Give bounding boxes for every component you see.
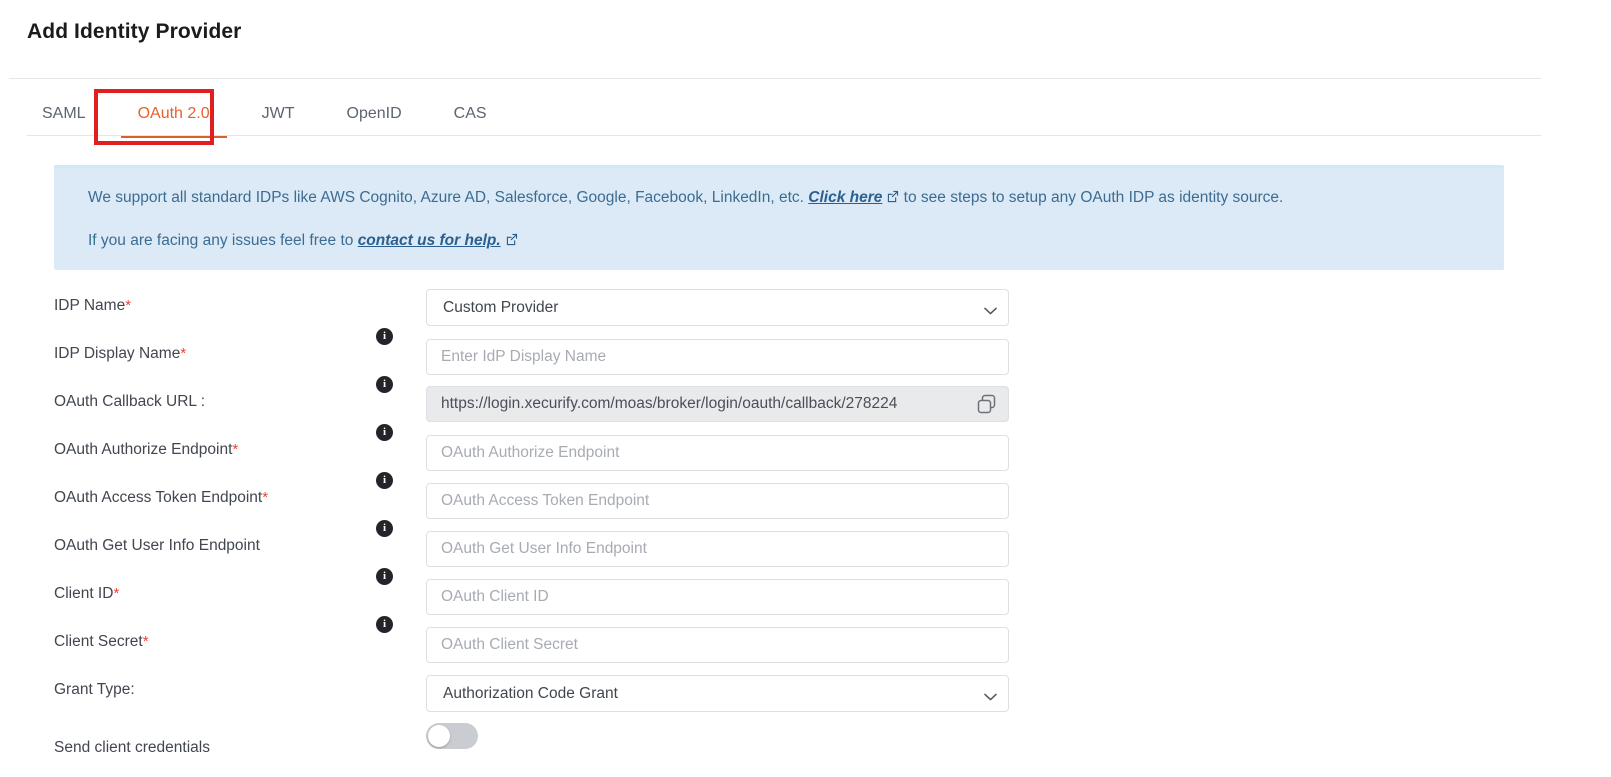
input-wrapper <box>426 339 1009 375</box>
tab-cas[interactable]: CAS <box>428 92 513 136</box>
field-label: OAuth Authorize Endpoint* <box>54 441 238 459</box>
required-marker: * <box>113 585 119 602</box>
form-row: Client Secret* i <box>0 619 1611 667</box>
field-label: Client Secret* <box>54 633 149 651</box>
info-icon[interactable]: i <box>376 472 393 489</box>
info-icon[interactable]: i <box>376 328 393 345</box>
banner-line1-text-after: to see steps to setup any OAuth IDP as i… <box>899 189 1283 206</box>
toggle-knob <box>428 725 450 747</box>
input-wrapper <box>426 435 1009 471</box>
text-input[interactable] <box>426 483 1009 519</box>
field-label: OAuth Get User Info Endpoint <box>54 537 260 555</box>
grant-type-select[interactable]: Authorization Code Grant <box>426 675 1009 712</box>
info-banner: We support all standard IDPs like AWS Co… <box>54 165 1504 270</box>
oauth-callback-url-input[interactable] <box>426 386 1009 422</box>
required-marker: * <box>180 345 186 362</box>
external-link-icon <box>886 190 899 203</box>
field-label-text: IDP Name <box>54 297 125 314</box>
text-input[interactable] <box>426 531 1009 567</box>
click-here-link[interactable]: Click here <box>808 189 882 206</box>
field-label-text: Send client credentials <box>54 739 210 756</box>
form-row: IDP Name* Custom Provider <box>0 283 1611 331</box>
field-label-text: Client Secret <box>54 633 143 650</box>
field-control <box>426 483 1009 519</box>
field-control <box>426 627 1009 663</box>
info-icon[interactable]: i <box>376 568 393 585</box>
info-icon[interactable]: i <box>376 520 393 537</box>
form-row: Client ID* i <box>0 571 1611 619</box>
tabs-divider <box>27 135 1541 136</box>
field-label: IDP Display Name* <box>54 345 186 363</box>
external-link-icon <box>505 233 518 246</box>
field-label-text: OAuth Callback URL : <box>54 393 205 410</box>
field-label-text: OAuth Authorize Endpoint <box>54 441 232 458</box>
field-label: Client ID* <box>54 585 119 603</box>
required-marker: * <box>262 489 268 506</box>
text-input[interactable] <box>426 435 1009 471</box>
tab-openid[interactable]: OpenID <box>321 92 428 136</box>
field-control: Custom Provider <box>426 289 1009 326</box>
required-marker: * <box>143 633 149 650</box>
banner-line-1: We support all standard IDPs like AWS Co… <box>88 189 1283 207</box>
field-control <box>426 723 1009 749</box>
form-row: IDP Display Name* i <box>0 331 1611 379</box>
add-identity-provider-page: Add Identity Provider SAMLOAuth 2.0JWTOp… <box>0 0 1611 777</box>
input-wrapper <box>426 627 1009 663</box>
field-control <box>426 339 1009 375</box>
form-row: OAuth Access Token Endpoint* i <box>0 475 1611 523</box>
text-input[interactable] <box>426 579 1009 615</box>
field-control <box>426 531 1009 567</box>
contact-us-link[interactable]: contact us for help. <box>358 232 501 249</box>
header-divider <box>9 78 1541 79</box>
banner-line-2: If you are facing any issues feel free t… <box>88 232 518 250</box>
select-wrapper: Custom Provider <box>426 289 1009 326</box>
field-label-text: Grant Type: <box>54 681 135 698</box>
form-row: OAuth Authorize Endpoint* i <box>0 427 1611 475</box>
field-label-text: IDP Display Name <box>54 345 180 362</box>
required-marker: * <box>232 441 238 458</box>
idp-type-tabs: SAMLOAuth 2.0JWTOpenIDCAS <box>27 92 513 136</box>
form-row: Grant Type: Authorization Code Grant <box>0 667 1611 717</box>
field-control <box>426 579 1009 615</box>
banner-line1-text-before: We support all standard IDPs like AWS Co… <box>88 189 808 206</box>
form-row: OAuth Callback URL : i <box>0 379 1611 427</box>
field-label-text: Client ID <box>54 585 113 602</box>
text-input[interactable] <box>426 339 1009 375</box>
page-title: Add Identity Provider <box>27 20 241 44</box>
send-client-credentials-toggle[interactable] <box>426 723 478 749</box>
input-wrapper <box>426 386 1009 422</box>
field-label-text: OAuth Get User Info Endpoint <box>54 537 260 554</box>
tab-saml[interactable]: SAML <box>27 92 112 136</box>
tab-oauth-2-0[interactable]: OAuth 2.0 <box>112 92 236 136</box>
select-wrapper: Authorization Code Grant <box>426 675 1009 712</box>
field-label: IDP Name* <box>54 297 131 315</box>
info-icon[interactable]: i <box>376 616 393 633</box>
banner-line2-text-before: If you are facing any issues feel free t… <box>88 232 358 249</box>
tab-jwt[interactable]: JWT <box>236 92 321 136</box>
form-row: Send client credentials <box>0 717 1611 765</box>
input-wrapper <box>426 531 1009 567</box>
field-control <box>426 386 1009 422</box>
text-input[interactable] <box>426 627 1009 663</box>
field-label: Grant Type: <box>54 681 135 699</box>
input-wrapper <box>426 579 1009 615</box>
field-control <box>426 435 1009 471</box>
idp-name-select[interactable]: Custom Provider <box>426 289 1009 326</box>
info-icon[interactable]: i <box>376 376 393 393</box>
field-label-text: OAuth Access Token Endpoint <box>54 489 262 506</box>
field-label: OAuth Access Token Endpoint* <box>54 489 268 507</box>
info-icon[interactable]: i <box>376 424 393 441</box>
form-row: OAuth Get User Info Endpoint i <box>0 523 1611 571</box>
input-wrapper <box>426 483 1009 519</box>
field-label: OAuth Callback URL : <box>54 393 205 411</box>
copy-icon[interactable] <box>976 394 997 415</box>
oauth-config-form: IDP Name*Custom ProviderIDP Display Name… <box>0 283 1611 765</box>
field-control: Authorization Code Grant <box>426 675 1009 712</box>
field-label: Send client credentials <box>54 739 210 757</box>
required-marker: * <box>125 297 131 314</box>
